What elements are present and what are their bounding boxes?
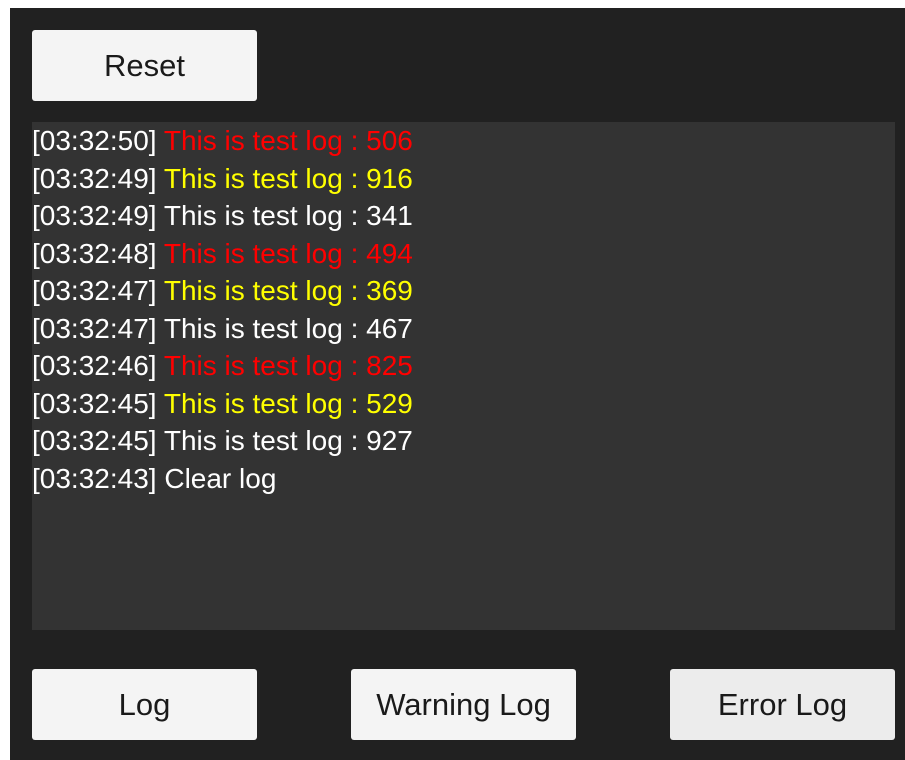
log-message-error: This is test log : 506 [163,125,413,156]
log-entry: [03:32:49] This is test log : 341 [32,197,413,235]
log-message-warning: This is test log : 916 [163,162,413,194]
log-message-info: Clear log [164,462,277,494]
log-entry: [03:32:43] Clear log [32,460,413,498]
log-button[interactable]: Log [32,669,257,740]
log-timestamp: [03:32:50] [32,125,157,156]
log-entry: [03:32:45] This is test log : 529 [32,385,413,423]
log-entry: [03:32:48] This is test log : 494 [32,235,413,273]
log-timestamp: [03:32:47] [32,312,157,344]
log-timestamp: [03:32:49] [32,200,157,231]
log-entry: [03:32:46] This is test log : 825 [32,347,413,385]
log-timestamp: [03:32:48] [32,237,157,269]
warning-log-button[interactable]: Warning Log [351,669,576,740]
log-entry: [03:32:50] This is test log : 506 [32,122,413,160]
log-entry: [03:32:47] This is test log : 369 [32,272,413,310]
log-timestamp: [03:32:46] [32,350,157,381]
log-message-info: This is test log : 467 [163,312,413,344]
error-log-button[interactable]: Error Log [670,669,895,740]
log-output-area[interactable]: [03:32:50] This is test log : 506 [03:32:… [32,122,895,630]
log-entry: [03:32:45] This is test log : 927 [32,422,413,460]
log-timestamp: [03:32:47] [32,275,157,306]
log-timestamp: [03:32:49] [32,162,157,194]
log-message-info: This is test log : 341 [163,200,413,231]
log-entry: [03:32:47] This is test log : 467 [32,310,413,348]
log-message-error: This is test log : 825 [163,350,413,381]
log-panel: Reset [03:32:50] This is test log : 506[… [10,8,905,760]
log-entry: [03:32:49] This is test log : 916 [32,160,413,198]
log-timestamp: [03:32:45] [32,425,157,456]
log-message-warning: This is test log : 369 [163,275,413,306]
log-timestamp: [03:32:43] [32,462,157,494]
log-message-info: This is test log : 927 [163,425,413,456]
log-message-warning: This is test log : 529 [163,387,413,419]
reset-button[interactable]: Reset [32,30,257,101]
log-message-error: This is test log : 494 [163,237,413,269]
log-list: [03:32:50] This is test log : 506 [03:32:… [32,122,413,497]
log-timestamp: [03:32:45] [32,387,157,419]
